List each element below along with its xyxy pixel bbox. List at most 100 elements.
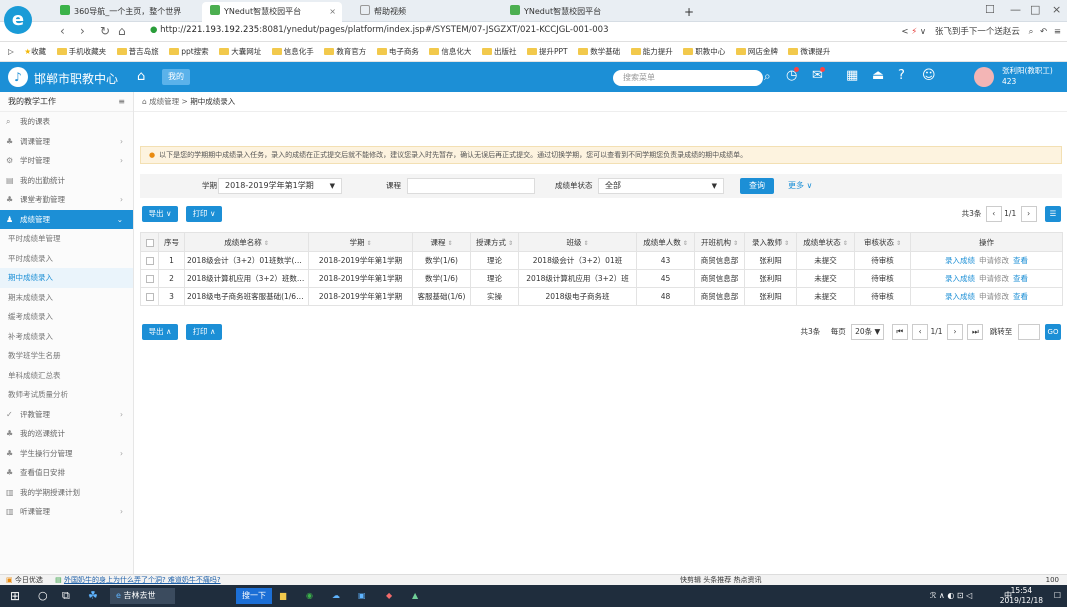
- tab-list-icon[interactable]: ☐: [985, 3, 995, 16]
- request-edit-link[interactable]: 申请修改: [979, 274, 1009, 283]
- bookmark-item[interactable]: 手机收藏夹: [56, 42, 106, 61]
- print-button-bottom[interactable]: 打印 ∧: [186, 324, 222, 340]
- mail-icon[interactable]: ✉: [812, 67, 825, 83]
- home-icon[interactable]: ⌂: [137, 69, 145, 84]
- taskbar-app[interactable]: 搜一下: [236, 588, 272, 604]
- minimize-icon[interactable]: —: [1010, 3, 1021, 16]
- enter-grades-link[interactable]: 录入成绩: [945, 274, 975, 283]
- last-page-button[interactable]: ⏭: [967, 324, 984, 340]
- sidebar-subitem[interactable]: 平时成绩单管理: [0, 229, 133, 249]
- clock[interactable]: 15:54 2019/12/18: [1000, 586, 1043, 606]
- sort-icon[interactable]: ⇕: [733, 240, 738, 247]
- status-select[interactable]: 全部 ▼: [598, 178, 724, 194]
- bookmark-item[interactable]: 信息化大: [429, 42, 471, 61]
- system-tray-icons[interactable]: ℛ ∧ ◐ ⊡ ◁: [930, 588, 972, 604]
- sidebar-subitem[interactable]: 教师考试质量分析: [0, 385, 133, 405]
- help-icon[interactable]: ?: [898, 68, 905, 83]
- column-header[interactable]: 授课方式 ⇕: [470, 232, 519, 252]
- sidebar-subitem[interactable]: 缓考成绩录入: [0, 307, 133, 327]
- bookmark-item[interactable]: 能力提升: [630, 42, 673, 61]
- column-header[interactable]: 审核状态 ⇕: [854, 232, 911, 252]
- bookmark-item[interactable]: 信息化手: [271, 42, 314, 61]
- column-header[interactable]: 课程 ⇕: [412, 232, 471, 252]
- bookmark-item[interactable]: ★收藏: [24, 42, 46, 61]
- column-header[interactable]: 班级 ⇕: [518, 232, 637, 252]
- zoom-level[interactable]: 100: [1046, 575, 1059, 585]
- sort-icon[interactable]: ⇕: [683, 240, 688, 247]
- notification-icon[interactable]: ☐: [1054, 588, 1061, 604]
- select-all-checkbox[interactable]: [145, 238, 154, 247]
- clock-icon[interactable]: ◷: [786, 67, 800, 83]
- query-button[interactable]: 查询: [740, 178, 774, 194]
- user-info[interactable]: 张利阳(教职工) 423: [1002, 65, 1053, 87]
- request-edit-link[interactable]: 申请修改: [979, 292, 1009, 301]
- back-icon[interactable]: ‹: [60, 24, 65, 38]
- bookmark-item[interactable]: 职教中心: [683, 42, 725, 61]
- course-input[interactable]: [407, 178, 535, 194]
- sort-icon[interactable]: ⇕: [366, 240, 371, 247]
- browser-search-icon[interactable]: ⌕: [1029, 27, 1034, 37]
- home-page-icon[interactable]: ⌂: [118, 24, 126, 38]
- sort-icon[interactable]: ⇕: [508, 240, 513, 247]
- breadcrumb-parent[interactable]: 成绩管理: [149, 97, 179, 106]
- request-edit-link[interactable]: 申请修改: [979, 256, 1009, 265]
- view-link[interactable]: 查看: [1013, 292, 1028, 301]
- next-page-button[interactable]: ›: [1020, 206, 1037, 222]
- sidebar-item-grades[interactable]: ♟ 成绩管理 ⌄: [0, 209, 133, 229]
- today-picks-label[interactable]: 今日优选: [15, 576, 43, 584]
- sort-icon[interactable]: ⇕: [447, 240, 452, 247]
- go-button[interactable]: GO: [1045, 324, 1061, 340]
- first-page-button[interactable]: ⏮: [891, 324, 908, 340]
- view-link[interactable]: 查看: [1013, 256, 1028, 265]
- sidebar-subitem[interactable]: 补考成绩录入: [0, 327, 133, 347]
- news-ticker-link[interactable]: 外国奶牛的身上为什么弄了个洞? 难道奶牛不痛吗?: [64, 576, 221, 584]
- app-icon[interactable]: ▲: [412, 588, 418, 604]
- undo-icon[interactable]: ↶: [1040, 27, 1047, 37]
- browser-tab-1[interactable]: 360导航_一个主页，整个世界: [52, 2, 192, 22]
- select-all-cell[interactable]: [140, 232, 159, 252]
- row-select-cell[interactable]: [140, 287, 159, 306]
- forward-icon[interactable]: ›: [80, 24, 85, 38]
- browser-tab-3[interactable]: 帮助视频: [352, 2, 492, 22]
- column-header[interactable]: 成绩单人数 ⇕: [636, 232, 695, 252]
- sidebar-subitem[interactable]: 教学班学生名册: [0, 346, 133, 366]
- app-icon[interactable]: ◉: [306, 588, 313, 604]
- sort-icon[interactable]: ⇕: [843, 240, 848, 247]
- jump-page-input[interactable]: [1017, 324, 1040, 340]
- mine-tab-button[interactable]: 我的: [162, 69, 190, 85]
- more-filters-button[interactable]: 更多 ∨: [788, 180, 812, 191]
- collapse-menu-icon[interactable]: ≡: [118, 92, 125, 112]
- browser-tab-4[interactable]: YNedut智慧校园平台: [502, 2, 642, 22]
- per-page-select[interactable]: 20条 ▼: [851, 324, 885, 340]
- sidebar-item-hours[interactable]: ⚙ 学时管理 ›: [0, 151, 133, 171]
- app-icon[interactable]: ◆: [386, 588, 392, 604]
- sidebar-item-schedule[interactable]: ⌕ 我的课表: [0, 112, 133, 132]
- bookmark-item[interactable]: 教育官方: [324, 42, 366, 61]
- sidebar-item-attendance-stats[interactable]: ▤ 我的出勤统计: [0, 171, 133, 191]
- sidebar-item-conduct[interactable]: ♣ 学生操行分管理 ›: [0, 444, 133, 464]
- column-header[interactable]: 开班机构 ⇕: [694, 232, 745, 252]
- next-page-button[interactable]: ›: [946, 324, 963, 340]
- sidebar-item-patrol-stats[interactable]: ♣ 我的巡课统计: [0, 424, 133, 444]
- sidebar-subitem-midterm[interactable]: 期中成绩录入: [0, 268, 133, 288]
- app-icon[interactable]: ☘: [88, 588, 98, 604]
- sidebar-item-lecture[interactable]: ▥ 听课管理 ›: [0, 502, 133, 522]
- sort-icon[interactable]: ⇕: [583, 240, 588, 247]
- bookmark-item[interactable]: ppt搜索: [169, 42, 209, 61]
- share-icon[interactable]: <: [901, 27, 908, 37]
- row-checkbox[interactable]: [145, 293, 154, 301]
- menu-icon[interactable]: ≡: [1054, 27, 1061, 37]
- reload-icon[interactable]: ↻: [100, 24, 110, 38]
- sidebar-item-teaching-plan[interactable]: ▥ 我的学期授课计划: [0, 483, 133, 503]
- sort-icon[interactable]: ⇕: [896, 240, 901, 247]
- export-button-bottom[interactable]: 导出 ∧: [142, 324, 178, 340]
- browser-tab-2[interactable]: YNedut智慧校园平台 ×: [202, 2, 342, 22]
- row-select-cell[interactable]: [140, 269, 159, 288]
- column-header[interactable]: 成绩单名称 ⇕: [184, 232, 309, 252]
- bookmark-item[interactable]: 微课提升: [788, 42, 830, 61]
- task-view-icon[interactable]: ⧉: [62, 588, 70, 604]
- bolt-icon[interactable]: ⚡: [911, 27, 917, 37]
- close-window-icon[interactable]: ×: [1052, 3, 1061, 16]
- app-icon[interactable]: ☁: [332, 588, 340, 604]
- view-link[interactable]: 查看: [1013, 274, 1028, 283]
